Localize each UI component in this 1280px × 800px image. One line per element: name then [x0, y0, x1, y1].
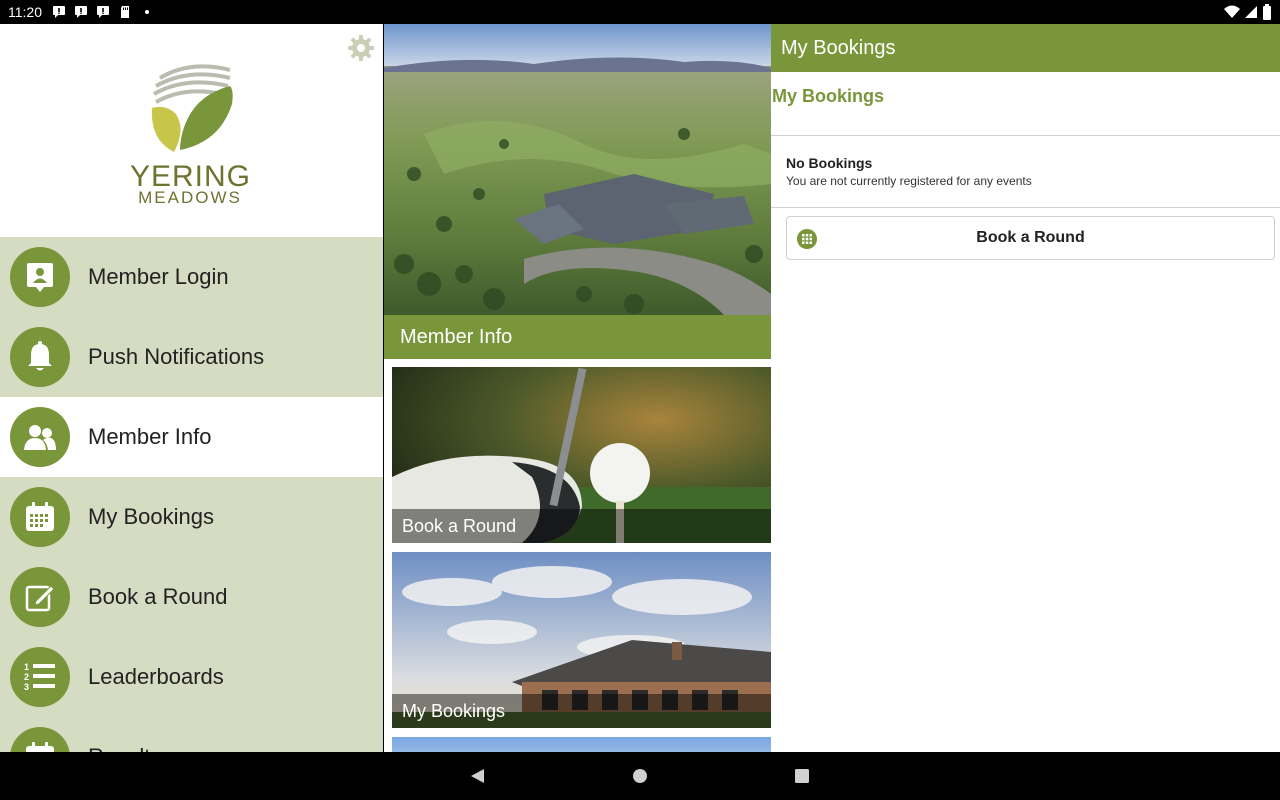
book-a-round-button[interactable]: Book a Round: [786, 216, 1275, 260]
menu-item-leaderboards[interactable]: 123 Leaderboards: [0, 637, 383, 717]
book-a-round-button-label: Book a Round: [976, 229, 1085, 246]
logo-line-2: MEADOWS: [138, 188, 242, 207]
battery-icon: [1262, 4, 1272, 25]
calendar-icon: [10, 727, 70, 752]
menu-item-label: Results: [88, 744, 161, 752]
edit-icon: [10, 567, 70, 627]
message-notification-icon: [96, 5, 110, 19]
message-notification-icon: [74, 5, 88, 19]
menu-item-results[interactable]: Results: [0, 717, 383, 752]
section-title: Member Info: [400, 326, 513, 348]
member-card-icon: [10, 247, 70, 307]
tile-next-partial[interactable]: [392, 737, 771, 752]
member-info-panel: Member Info Book a Round My Bookings: [384, 24, 771, 752]
menu-item-my-bookings[interactable]: My Bookings: [0, 477, 383, 557]
people-icon: [10, 407, 70, 467]
signal-icon: [1244, 5, 1258, 24]
menu-item-label: Leaderboards: [88, 664, 224, 689]
menu-item-member-info[interactable]: Member Info: [0, 397, 383, 477]
empty-state-subtitle: You are not currently registered for any…: [786, 174, 1032, 188]
tile-caption: My Bookings: [392, 694, 771, 728]
message-notification-icon: [52, 5, 66, 19]
menu-item-label: Member Login: [88, 264, 229, 289]
grid-icon: [797, 229, 817, 249]
svg-text:2: 2: [24, 672, 29, 682]
back-icon[interactable]: [468, 766, 488, 786]
menu-item-member-login[interactable]: Member Login: [0, 237, 383, 317]
tile-book-a-round[interactable]: Book a Round: [392, 367, 771, 543]
system-navigation-bar: [0, 752, 1280, 800]
status-notification-icons: [52, 5, 154, 19]
app-bar-title: My Bookings: [781, 37, 896, 59]
hero-aerial-image: [384, 24, 771, 315]
status-bar: 11:20: [0, 0, 1280, 24]
tile-caption: Book a Round: [392, 509, 771, 543]
ranked-list-icon: 123: [10, 647, 70, 707]
calendar-icon: [10, 487, 70, 547]
gear-icon[interactable]: [347, 34, 375, 62]
divider: [771, 207, 1280, 208]
dot-icon: [140, 5, 154, 19]
menu-item-book-a-round[interactable]: Book a Round: [0, 557, 383, 637]
divider: [771, 135, 1280, 136]
menu-item-push-notifications[interactable]: Push Notifications: [0, 317, 383, 397]
menu-item-label: Member Info: [88, 424, 212, 449]
my-bookings-panel: My Bookings My Bookings No Bookings You …: [771, 24, 1280, 752]
empty-state-title: No Bookings: [786, 155, 873, 171]
bell-icon: [10, 327, 70, 387]
home-icon[interactable]: [630, 766, 650, 786]
yering-meadows-logo: YERING MEADOWS: [130, 60, 250, 210]
recents-icon[interactable]: [792, 766, 812, 786]
svg-text:3: 3: [24, 682, 29, 692]
menu-item-label: Push Notifications: [88, 344, 265, 369]
tile-my-bookings[interactable]: My Bookings: [392, 552, 771, 728]
drawer-header: YERING MEADOWS: [0, 24, 383, 237]
app-bar: My Bookings: [771, 24, 1280, 72]
menu-item-label: My Bookings: [88, 504, 214, 529]
menu-item-label: Book a Round: [88, 584, 228, 609]
status-system-icons: [1224, 4, 1272, 25]
status-time: 11:20: [8, 4, 42, 20]
svg-text:1: 1: [24, 662, 29, 672]
sd-card-icon: [118, 5, 132, 19]
section-header: Member Info: [384, 315, 771, 359]
page-title: My Bookings: [772, 86, 885, 106]
wifi-icon: [1224, 5, 1240, 24]
navigation-drawer: YERING MEADOWS Member Login Push Notific…: [0, 24, 383, 752]
leaf-logo-icon: [151, 64, 233, 152]
